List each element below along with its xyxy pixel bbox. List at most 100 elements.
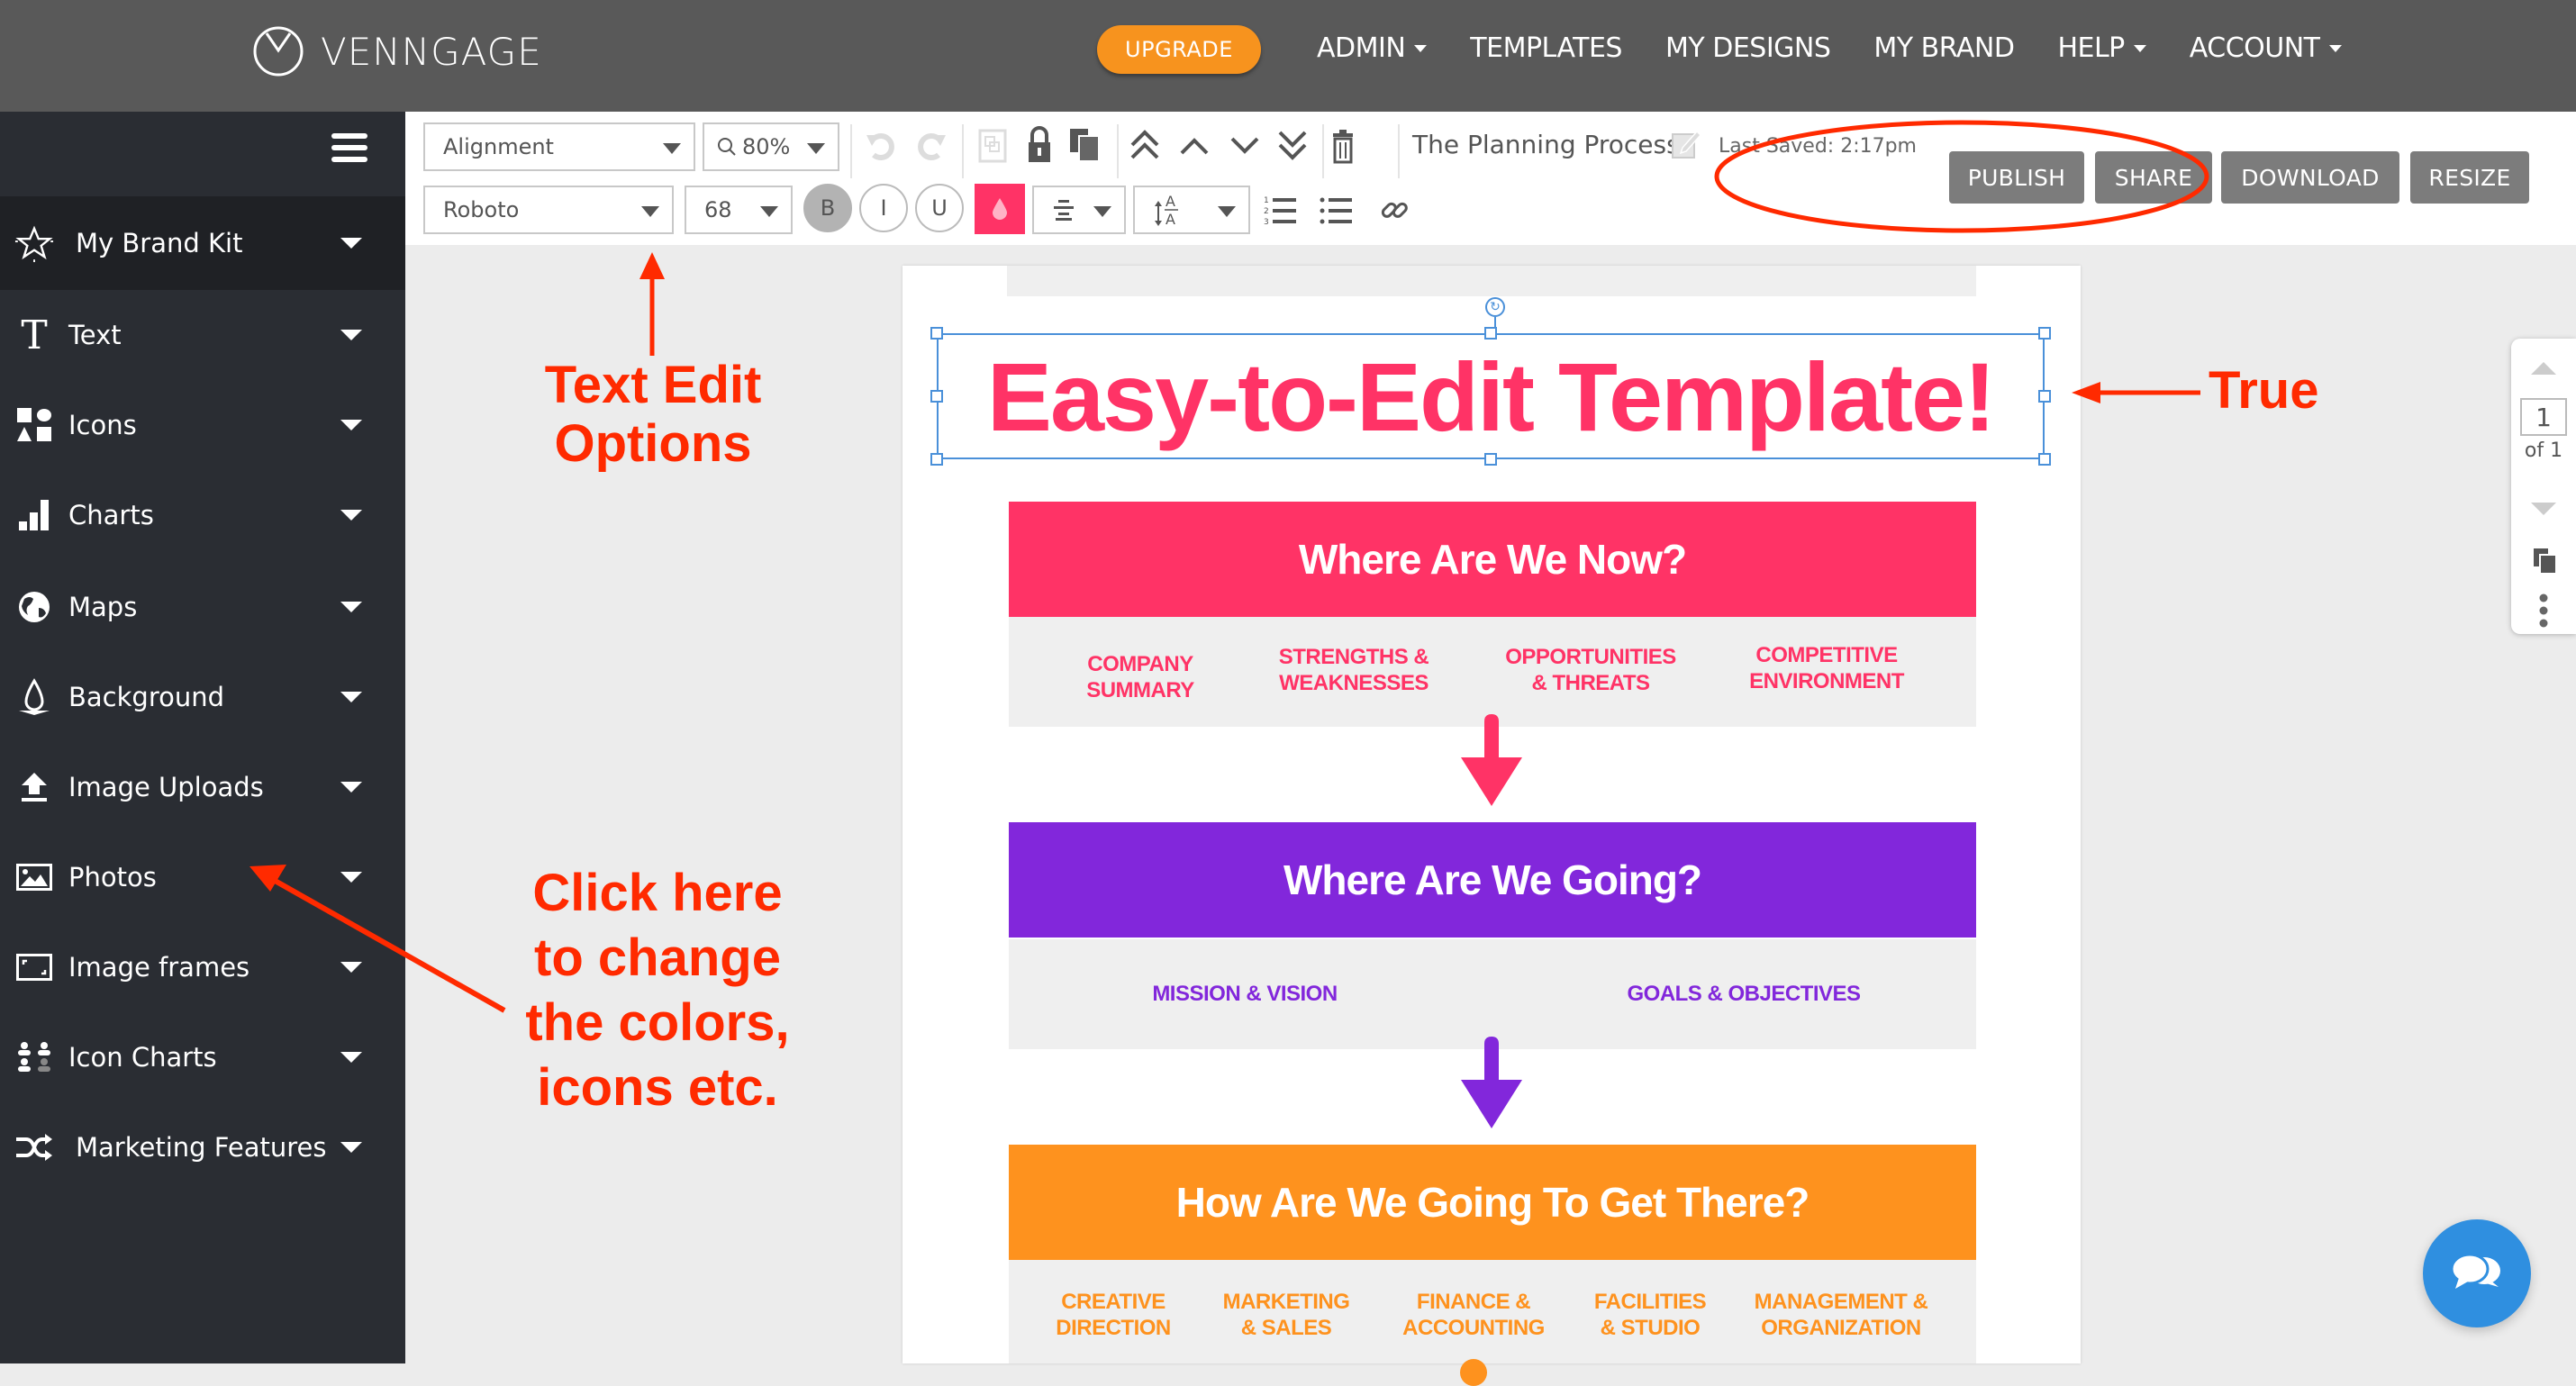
section-item[interactable]: STRENGTHS & WEAKNESSES	[1279, 644, 1429, 696]
selection-box	[937, 333, 2045, 459]
font-size-dropdown[interactable]: 68	[685, 186, 793, 234]
redo-icon[interactable]	[913, 128, 949, 164]
sidebar-item-background[interactable]: Background	[0, 652, 405, 742]
annotation-line: to change	[534, 928, 781, 987]
venngage-logo[interactable]: VENNGAGE	[252, 25, 542, 77]
share-button[interactable]: SHARE	[2095, 151, 2212, 204]
line-height-dropdown[interactable]: AA	[1133, 186, 1250, 234]
resize-handle[interactable]	[1484, 327, 1497, 340]
sidebar-item-charts[interactable]: Charts	[0, 470, 405, 560]
send-to-back-icon[interactable]	[1274, 124, 1311, 166]
top-header: VENNGAGE UPGRADE ADMIN TEMPLATES MY DESI…	[0, 0, 2576, 112]
section-item[interactable]: MISSION & VISION	[1152, 981, 1338, 1007]
sidebar-item-label: Photos	[68, 862, 157, 892]
chevron-down-icon	[340, 1142, 362, 1153]
more-options-icon[interactable]	[2538, 593, 2549, 629]
sidebar-item-marketing-features[interactable]: Marketing Features	[0, 1102, 405, 1192]
section-item[interactable]: CREATIVE DIRECTION	[1056, 1289, 1171, 1341]
bold-button[interactable]: B	[803, 184, 852, 232]
resize-handle[interactable]	[930, 327, 943, 340]
upgrade-button[interactable]: UPGRADE	[1097, 25, 1261, 74]
section-heading-going[interactable]: Where Are We Going?	[1009, 822, 1976, 938]
sidebar-item-image-frames[interactable]: Image frames	[0, 922, 405, 1012]
resize-handle[interactable]	[2038, 453, 2051, 466]
publish-button[interactable]: PUBLISH	[1949, 151, 2084, 204]
underline-button[interactable]: U	[915, 184, 964, 232]
sidebar-item-image-uploads[interactable]: Image Uploads	[0, 742, 405, 832]
main-nav: ADMIN TEMPLATES MY DESIGNS MY BRAND HELP…	[1317, 32, 2342, 64]
font-family-dropdown[interactable]: Roboto	[423, 186, 674, 234]
sidebar-item-my-brand-kit[interactable]: My Brand Kit	[0, 196, 405, 290]
section-item[interactable]: FACILITIES & STUDIO	[1594, 1289, 1707, 1341]
bring-to-front-icon[interactable]	[1126, 124, 1164, 166]
sidebar-item-maps[interactable]: Maps	[0, 562, 405, 652]
nav-templates[interactable]: TEMPLATES	[1470, 32, 1622, 64]
link-icon[interactable]	[1376, 191, 1412, 229]
text-align-dropdown[interactable]	[1032, 186, 1126, 234]
text-color-button[interactable]	[975, 184, 1025, 234]
chevron-down-icon	[340, 1052, 362, 1063]
resize-handle[interactable]	[1484, 453, 1497, 466]
chevron-down-icon	[641, 206, 659, 217]
rotate-handle-icon[interactable]: ↻	[1485, 297, 1505, 317]
bullet-list-icon[interactable]	[1319, 191, 1356, 229]
alignment-dropdown-label: Alignment	[443, 134, 554, 159]
section-item[interactable]: FINANCE & ACCOUNTING	[1402, 1289, 1545, 1341]
resize-handle[interactable]	[930, 453, 943, 466]
resize-handle[interactable]	[2038, 327, 2051, 340]
bring-forward-icon[interactable]	[1176, 130, 1212, 162]
zoom-dropdown[interactable]: 80%	[703, 122, 839, 171]
section-item[interactable]: MANAGEMENT & ORGANIZATION	[1755, 1289, 1928, 1341]
sidebar-item-text[interactable]: T Text	[0, 290, 405, 380]
resize-button[interactable]: RESIZE	[2410, 151, 2529, 204]
page-down-icon[interactable]	[2531, 503, 2556, 515]
nav-help[interactable]: HELP	[2057, 32, 2146, 64]
lock-icon[interactable]	[1025, 124, 1054, 166]
chat-support-button[interactable]	[2423, 1219, 2531, 1327]
nav-account[interactable]: ACCOUNT	[2190, 32, 2342, 64]
section-item[interactable]: MARKETING & SALES	[1223, 1289, 1350, 1341]
document-title[interactable]: The Planning Process	[1412, 130, 1680, 159]
group-icon[interactable]	[975, 126, 1011, 166]
chevron-down-icon	[340, 510, 362, 521]
resize-handle[interactable]	[930, 390, 943, 403]
page-navigator: 1 of 1	[2511, 339, 2576, 634]
page-up-icon[interactable]	[2531, 362, 2556, 375]
send-backward-icon[interactable]	[1227, 130, 1263, 162]
section-item[interactable]: COMPETITIVE ENVIRONMENT	[1749, 642, 1904, 694]
alignment-dropdown[interactable]: Alignment	[423, 122, 695, 171]
sidebar-item-label: My Brand Kit	[76, 228, 243, 258]
section-heading-now[interactable]: Where Are We Now?	[1009, 502, 1976, 617]
duplicate-icon[interactable]	[1066, 124, 1102, 166]
shapes-icon	[14, 405, 54, 445]
numbered-list-icon[interactable]: 1 2 3	[1263, 191, 1301, 229]
section-item[interactable]: COMPANY SUMMARY	[1086, 651, 1194, 703]
trash-icon[interactable]	[1329, 126, 1356, 166]
sidebar-item-icon-charts[interactable]: Icon Charts	[0, 1012, 405, 1102]
item-line: & STUDIO	[1600, 1316, 1701, 1340]
nav-admin[interactable]: ADMIN	[1317, 32, 1428, 64]
download-button[interactable]: DOWNLOAD	[2221, 151, 2399, 204]
item-line: ORGANIZATION	[1761, 1316, 1921, 1340]
duplicate-page-icon[interactable]	[2533, 548, 2558, 575]
hamburger-menu-icon[interactable]	[331, 133, 367, 162]
item-line: MARKETING	[1222, 1290, 1350, 1314]
frame-icon	[14, 947, 54, 987]
item-line: FINANCE &	[1416, 1290, 1531, 1314]
sidebar-item-icons[interactable]: Icons	[0, 380, 405, 470]
undo-icon[interactable]	[863, 128, 899, 164]
item-line: & SALES	[1240, 1316, 1332, 1340]
nav-my-brand[interactable]: MY BRAND	[1873, 32, 2015, 64]
annotation-line: Click here	[532, 864, 783, 922]
section-item[interactable]: GOALS & OBJECTIVES	[1627, 981, 1861, 1007]
edit-icon[interactable]	[1670, 128, 1702, 160]
page-number-input[interactable]: 1	[2520, 398, 2567, 436]
section-heading-get-there[interactable]: How Are We Going To Get There?	[1009, 1145, 1976, 1260]
design-canvas[interactable]: ↻ Easy-to-Edit Template! Where Are We No…	[903, 266, 2081, 1386]
nav-my-designs[interactable]: MY DESIGNS	[1665, 32, 1831, 64]
section-item[interactable]: OPPORTUNITIES & THREATS	[1505, 644, 1676, 696]
italic-button[interactable]: I	[859, 184, 908, 232]
sidebar-item-photos[interactable]: Photos	[0, 832, 405, 922]
resize-handle[interactable]	[2038, 390, 2051, 403]
item-line: GOALS & OBJECTIVES	[1627, 982, 1861, 1006]
